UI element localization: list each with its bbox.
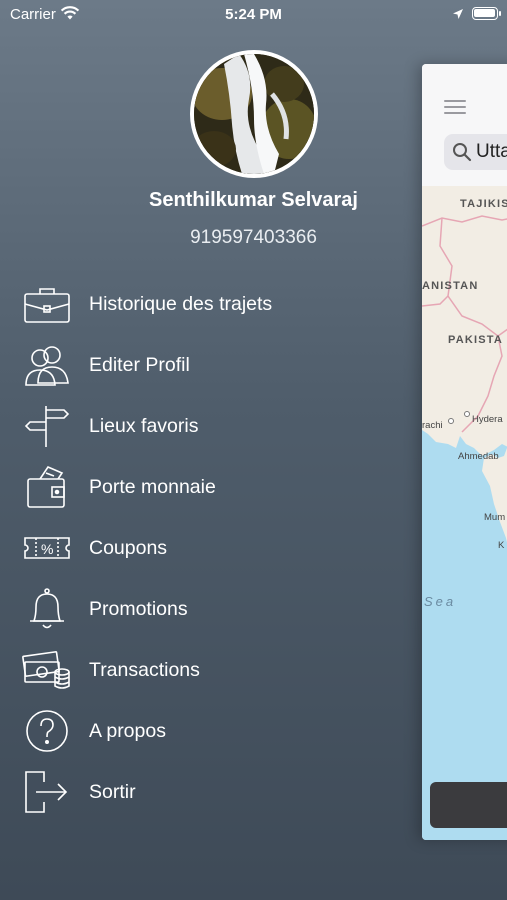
wallet-icon xyxy=(22,465,72,509)
logout-icon xyxy=(22,770,72,814)
menu-item-label: Historique des trajets xyxy=(89,293,273,315)
user-name: Senthilkumar Selvaraj xyxy=(149,189,358,211)
search-icon xyxy=(452,142,472,167)
menu-item-label: Sortir xyxy=(89,781,136,803)
users-icon xyxy=(22,343,72,387)
map-label-sea: Sea xyxy=(424,594,457,609)
status-time: 5:24 PM xyxy=(225,6,282,23)
search-input[interactable]: Uttar xyxy=(444,134,507,170)
city-dot-karachi xyxy=(448,418,454,424)
signpost-icon xyxy=(22,404,72,448)
city-dot-hyderabad xyxy=(464,411,470,417)
map-label-ahmedabad: Ahmedab xyxy=(458,451,499,462)
bell-icon xyxy=(22,587,72,631)
map-label-hyderabad: Hydera xyxy=(472,414,503,425)
location-arrow-icon xyxy=(452,7,464,25)
menu-item-trip-history[interactable]: Historique des trajets xyxy=(0,274,420,334)
briefcase-icon xyxy=(22,282,72,326)
menu-item-transactions[interactable]: Transactions xyxy=(0,640,420,700)
map-view[interactable]: TAJIKIS ANISTAN PAKISTA rachi Hydera Ahm… xyxy=(422,186,507,840)
menu-item-logout[interactable]: Sortir xyxy=(0,762,420,822)
map-label-afghanistan: ANISTAN xyxy=(422,280,479,292)
menu-item-label: Coupons xyxy=(89,537,168,559)
battery-icon xyxy=(472,7,501,20)
svg-text:%: % xyxy=(41,541,53,557)
map-action-button[interactable] xyxy=(430,782,507,828)
hamburger-menu-icon[interactable] xyxy=(444,100,466,114)
map-label-karachi: rachi xyxy=(422,420,443,431)
menu-item-favorite-places[interactable]: Lieux favoris xyxy=(0,396,420,456)
question-icon xyxy=(22,709,72,753)
map-label-pakistan: PAKISTA xyxy=(448,334,504,346)
menu-item-label: Transactions xyxy=(89,659,200,681)
main-screen-panel[interactable]: Uttar TAJIKIS ANISTAN PAKISTA rachi Hyde… xyxy=(422,64,507,840)
user-phone: 919597403366 xyxy=(190,227,317,248)
map-header: Uttar xyxy=(422,64,507,186)
menu-item-label: Porte monnaie xyxy=(89,476,216,498)
menu-item-label: Promotions xyxy=(89,598,188,620)
status-bar: Carrier 5:24 PM xyxy=(0,0,507,30)
menu-item-edit-profile[interactable]: Editer Profil xyxy=(0,335,420,395)
menu-item-coupons[interactable]: % Coupons xyxy=(0,518,420,578)
search-text: Uttar xyxy=(476,141,507,162)
map-label-kolhapur: K xyxy=(498,540,505,551)
cash-icon xyxy=(22,648,72,692)
coupon-icon: % xyxy=(22,526,72,570)
avatar[interactable] xyxy=(190,50,318,178)
menu-item-label: A propos xyxy=(89,720,166,742)
menu-item-label: Editer Profil xyxy=(89,354,190,376)
menu-item-promotions[interactable]: Promotions xyxy=(0,579,420,639)
map-label-mumbai: Mum xyxy=(484,512,506,523)
menu-item-wallet[interactable]: Porte monnaie xyxy=(0,457,420,517)
menu-item-about[interactable]: A propos xyxy=(0,701,420,761)
menu-item-label: Lieux favoris xyxy=(89,415,199,437)
